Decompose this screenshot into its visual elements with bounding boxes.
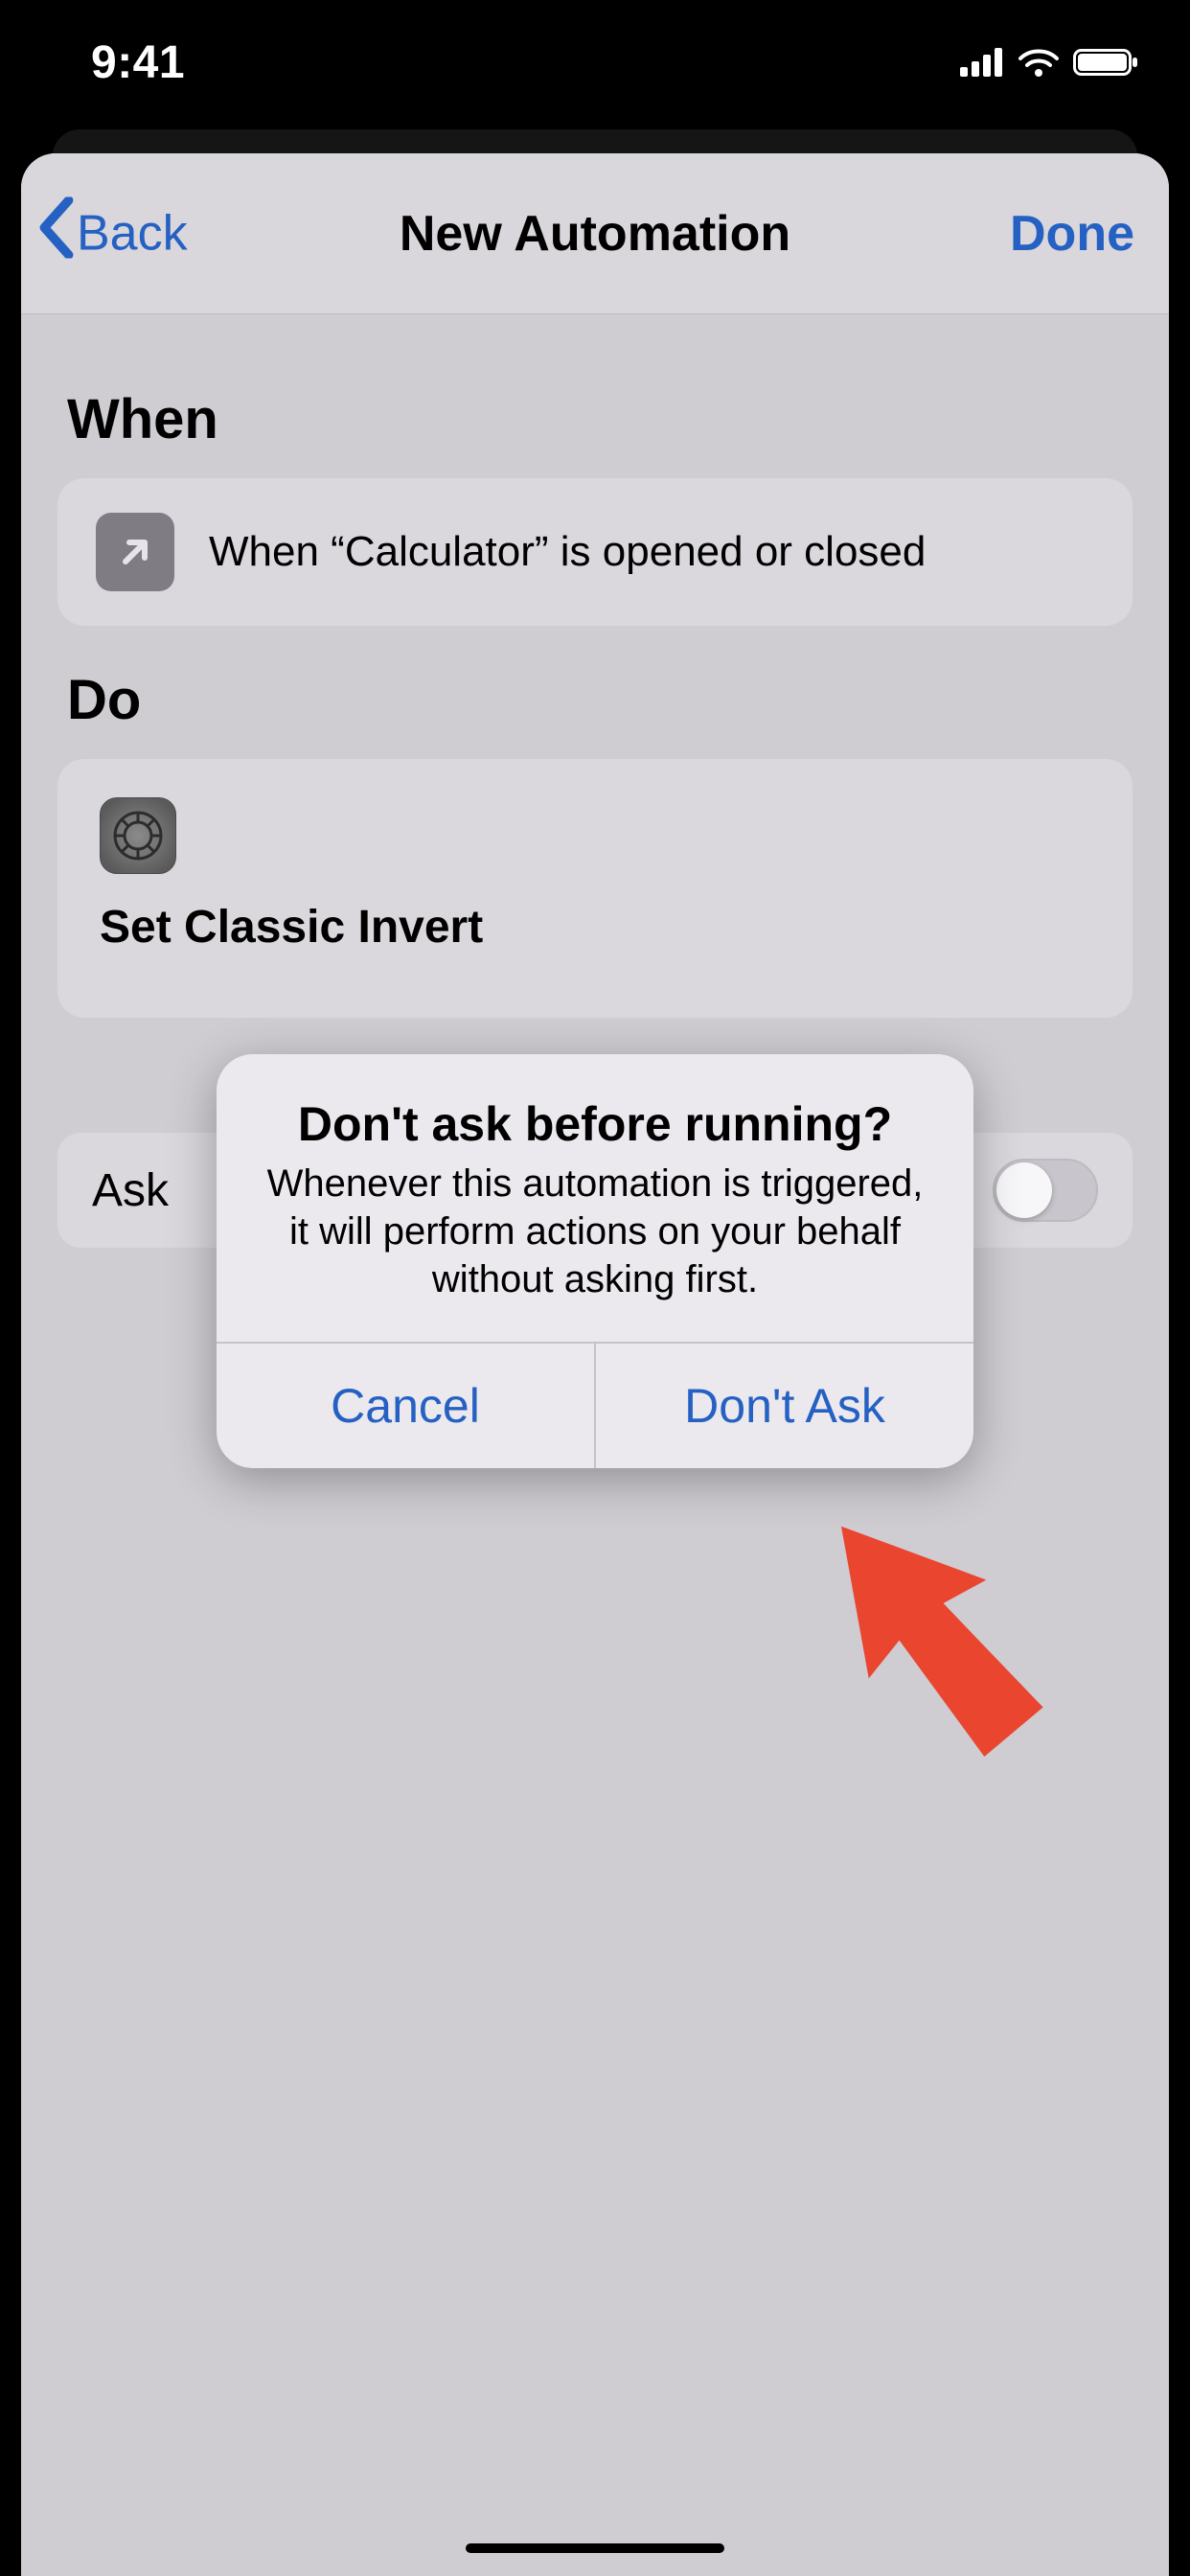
when-card[interactable]: When “Calculator” is opened or closed xyxy=(57,478,1133,626)
toggle-knob xyxy=(996,1162,1052,1218)
confirm-dialog: Don't ask before running? Whenever this … xyxy=(217,1054,973,1468)
page-title: New Automation xyxy=(400,205,790,263)
chevron-left-icon xyxy=(38,196,75,270)
dialog-body: Don't ask before running? Whenever this … xyxy=(217,1054,973,1342)
home-indicator[interactable] xyxy=(466,2543,724,2553)
status-bar: 9:41 xyxy=(0,0,1190,125)
dialog-title: Don't ask before running? xyxy=(263,1096,927,1152)
battery-icon xyxy=(1073,47,1140,78)
back-label: Back xyxy=(77,205,188,263)
status-time: 9:41 xyxy=(91,36,185,89)
wifi-icon xyxy=(1018,47,1060,78)
when-text: When “Calculator” is opened or closed xyxy=(209,527,926,578)
cancel-button[interactable]: Cancel xyxy=(217,1344,594,1468)
done-button[interactable]: Done xyxy=(1010,205,1134,263)
ask-toggle[interactable] xyxy=(993,1159,1098,1222)
status-icons xyxy=(960,47,1140,78)
ask-label: Ask xyxy=(92,1164,169,1217)
do-header: Do xyxy=(67,668,1123,732)
do-card[interactable]: Set Classic Invert xyxy=(57,759,1133,1018)
cellular-icon xyxy=(960,48,1004,77)
do-action-title: Set Classic Invert xyxy=(100,901,483,954)
settings-icon xyxy=(100,797,176,874)
app-open-icon xyxy=(96,513,174,591)
dont-ask-button[interactable]: Don't Ask xyxy=(594,1344,973,1468)
when-header: When xyxy=(67,387,1123,451)
dialog-buttons: Cancel Don't Ask xyxy=(217,1342,973,1468)
back-button[interactable]: Back xyxy=(38,196,188,270)
dialog-message: Whenever this automation is triggered, i… xyxy=(263,1160,927,1303)
nav-bar: Back New Automation Done xyxy=(21,153,1169,314)
